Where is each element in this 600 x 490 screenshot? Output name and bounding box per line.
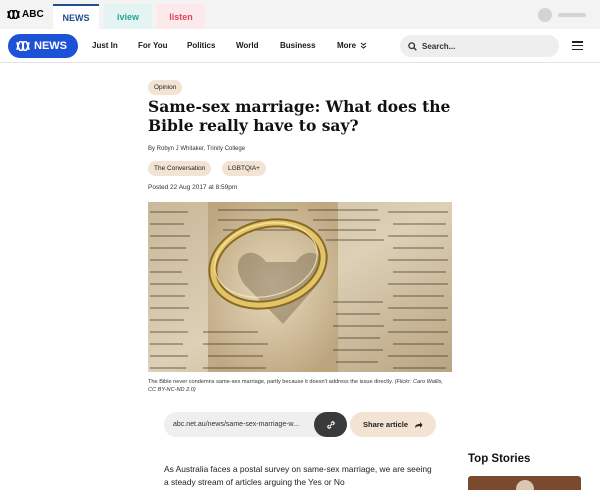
nav-more[interactable]: More: [337, 41, 367, 50]
share-row: abc.net.au/news/same-sex-marriage-w... S…: [164, 412, 436, 437]
search-placeholder: Search...: [422, 41, 456, 51]
abc-logo-text: ABC: [22, 9, 44, 20]
article-body-paragraph: As Australia faces a postal survey on sa…: [164, 464, 432, 487]
share-article-button[interactable]: Share article: [350, 412, 436, 437]
copy-link-button[interactable]: [314, 412, 347, 437]
article-url: abc.net.au/news/same-sex-marriage-w...: [173, 421, 300, 428]
article-headline: Same-sex marriage: What does the Bible r…: [148, 97, 451, 135]
account-name-placeholder: [558, 13, 586, 17]
search-input[interactable]: Search...: [400, 35, 559, 57]
article-url-field[interactable]: abc.net.au/news/same-sex-marriage-w...: [164, 412, 347, 437]
news-logo-text: NEWS: [34, 40, 67, 52]
link-icon: [326, 420, 335, 429]
nav-just-in[interactable]: Just In: [92, 41, 118, 50]
nav-for-you[interactable]: For You: [138, 41, 167, 50]
search-icon: [408, 41, 417, 51]
tab-iview[interactable]: iview: [104, 4, 152, 29]
tab-listen[interactable]: listen: [157, 4, 205, 29]
share-arrow-icon: [415, 421, 423, 428]
tag-lgbtqia[interactable]: LGBTQIA+: [222, 161, 266, 176]
double-chevron-down-icon: [360, 42, 367, 49]
news-header: NEWS Just In For You Politics World Busi…: [0, 29, 600, 63]
hamburger-menu-icon[interactable]: [572, 41, 583, 51]
top-story-thumbnail[interactable]: [468, 476, 581, 490]
category-badge[interactable]: Opinion: [148, 80, 183, 95]
hero-image: [148, 202, 452, 372]
caption-text: The Bible never condemns same-sex marria…: [148, 379, 394, 385]
network-bar: ABC NEWS iview listen: [0, 0, 600, 29]
abc-news-logo[interactable]: NEWS: [8, 34, 78, 58]
top-stories-heading: Top Stories: [468, 453, 531, 465]
account-menu[interactable]: [538, 8, 586, 22]
abc-lissajous-icon: [16, 41, 30, 51]
nav-business[interactable]: Business: [280, 41, 316, 50]
share-article-label: Share article: [362, 420, 409, 429]
nav-politics[interactable]: Politics: [187, 41, 215, 50]
tag-the-conversation[interactable]: The Conversation: [148, 161, 212, 176]
nav-more-label: More: [337, 41, 357, 50]
bible-ring-illustration: [148, 202, 452, 372]
abc-lissajous-icon: [7, 10, 20, 19]
abc-logo[interactable]: ABC: [7, 9, 44, 20]
image-caption: The Bible never condemns same-sex marria…: [148, 378, 452, 394]
posted-date: Posted 22 Aug 2017 at 8:59pm: [148, 184, 238, 191]
nav-world[interactable]: World: [236, 41, 259, 50]
byline: By Robyn J Whitaker, Trinity College: [148, 146, 246, 152]
tab-news[interactable]: NEWS: [53, 4, 99, 29]
avatar: [538, 8, 552, 22]
